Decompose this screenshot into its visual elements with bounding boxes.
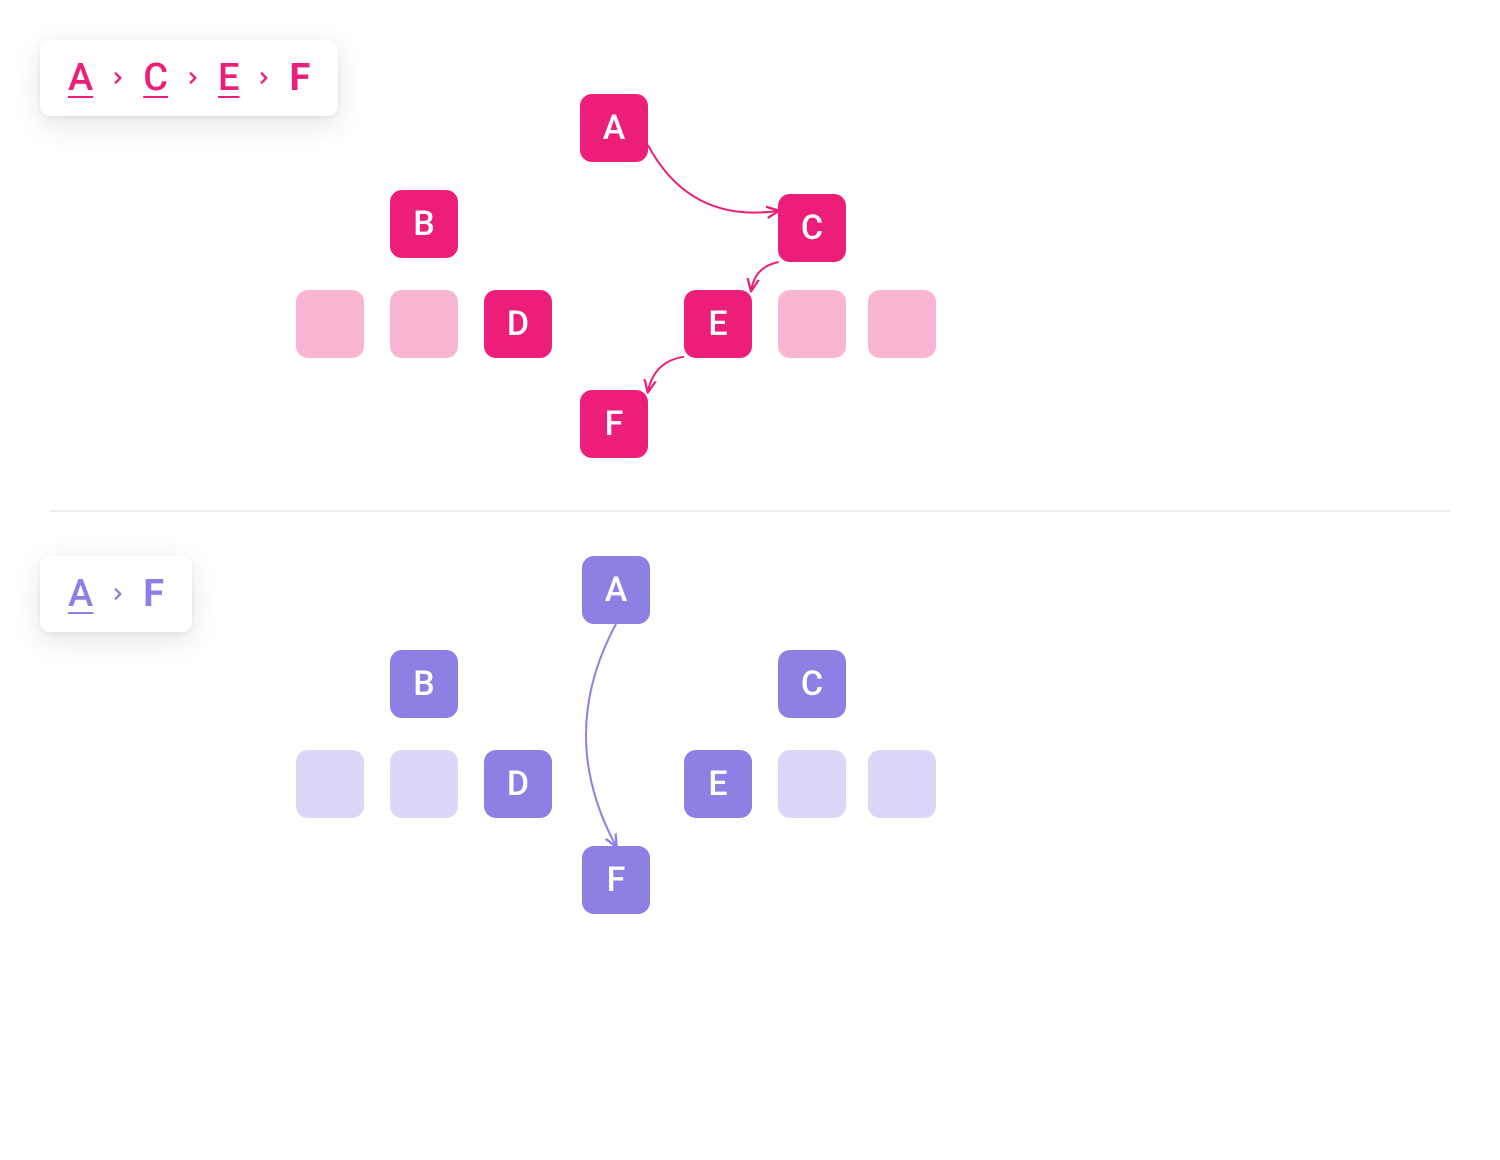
node-e: E — [684, 750, 752, 818]
chevron-right-icon — [186, 71, 200, 85]
breadcrumb-link-a[interactable]: A — [68, 572, 93, 616]
node-placeholder — [778, 750, 846, 818]
arrow-a-to-c — [648, 145, 778, 212]
node-label: D — [507, 764, 529, 804]
node-placeholder — [296, 290, 364, 358]
breadcrumb-link-e[interactable]: E — [218, 56, 239, 100]
breadcrumb-top: ACEF — [40, 40, 338, 116]
page: ACEF ABCDEF AF ABCDEF — [0, 0, 1500, 1160]
node-c: C — [778, 650, 846, 718]
node-placeholder — [296, 750, 364, 818]
breadcrumb-current-f: F — [143, 572, 164, 616]
diagram-section-top: A C E F A B C D E F — [0, 0, 1500, 505]
node-label: F — [605, 404, 624, 444]
node-e: E — [684, 290, 752, 358]
arrows-bottom — [0, 520, 1500, 1160]
breadcrumb-current-f: F — [289, 56, 310, 100]
node-placeholder — [390, 290, 458, 358]
node-c: C — [778, 194, 846, 262]
node-a: A — [582, 556, 650, 624]
chevron-right-icon — [111, 587, 125, 601]
node-label: A — [603, 108, 626, 148]
node-placeholder — [868, 290, 936, 358]
node-label: B — [413, 664, 434, 704]
node-b: B — [390, 190, 458, 258]
node-d: D — [484, 750, 552, 818]
node-label: C — [801, 208, 823, 248]
node-a: A — [580, 94, 648, 162]
breadcrumb-link-c[interactable]: C — [143, 56, 168, 100]
node-f: F — [582, 846, 650, 914]
arrow-c-to-e — [751, 262, 778, 290]
node-label: F — [607, 860, 626, 900]
node-label: B — [413, 204, 434, 244]
chevron-right-icon — [111, 71, 125, 85]
node-d: D — [484, 290, 552, 358]
arrow-e-to-f — [648, 357, 684, 392]
breadcrumb-bottom: AF — [40, 556, 192, 632]
arrow-a-to-f — [586, 624, 616, 846]
node-placeholder — [868, 750, 936, 818]
diagram-section-bottom: AF ABCDEF — [0, 520, 1500, 1160]
node-placeholder — [390, 750, 458, 818]
node-label: C — [801, 664, 823, 704]
node-label: E — [708, 764, 727, 804]
chevron-right-icon — [257, 71, 271, 85]
node-label: E — [708, 304, 727, 344]
node-f: F — [580, 390, 648, 458]
node-label: A — [605, 570, 628, 610]
node-label: D — [507, 304, 529, 344]
breadcrumb-link-a[interactable]: A — [68, 56, 93, 100]
node-b: B — [390, 650, 458, 718]
node-placeholder — [778, 290, 846, 358]
section-divider — [50, 510, 1450, 512]
